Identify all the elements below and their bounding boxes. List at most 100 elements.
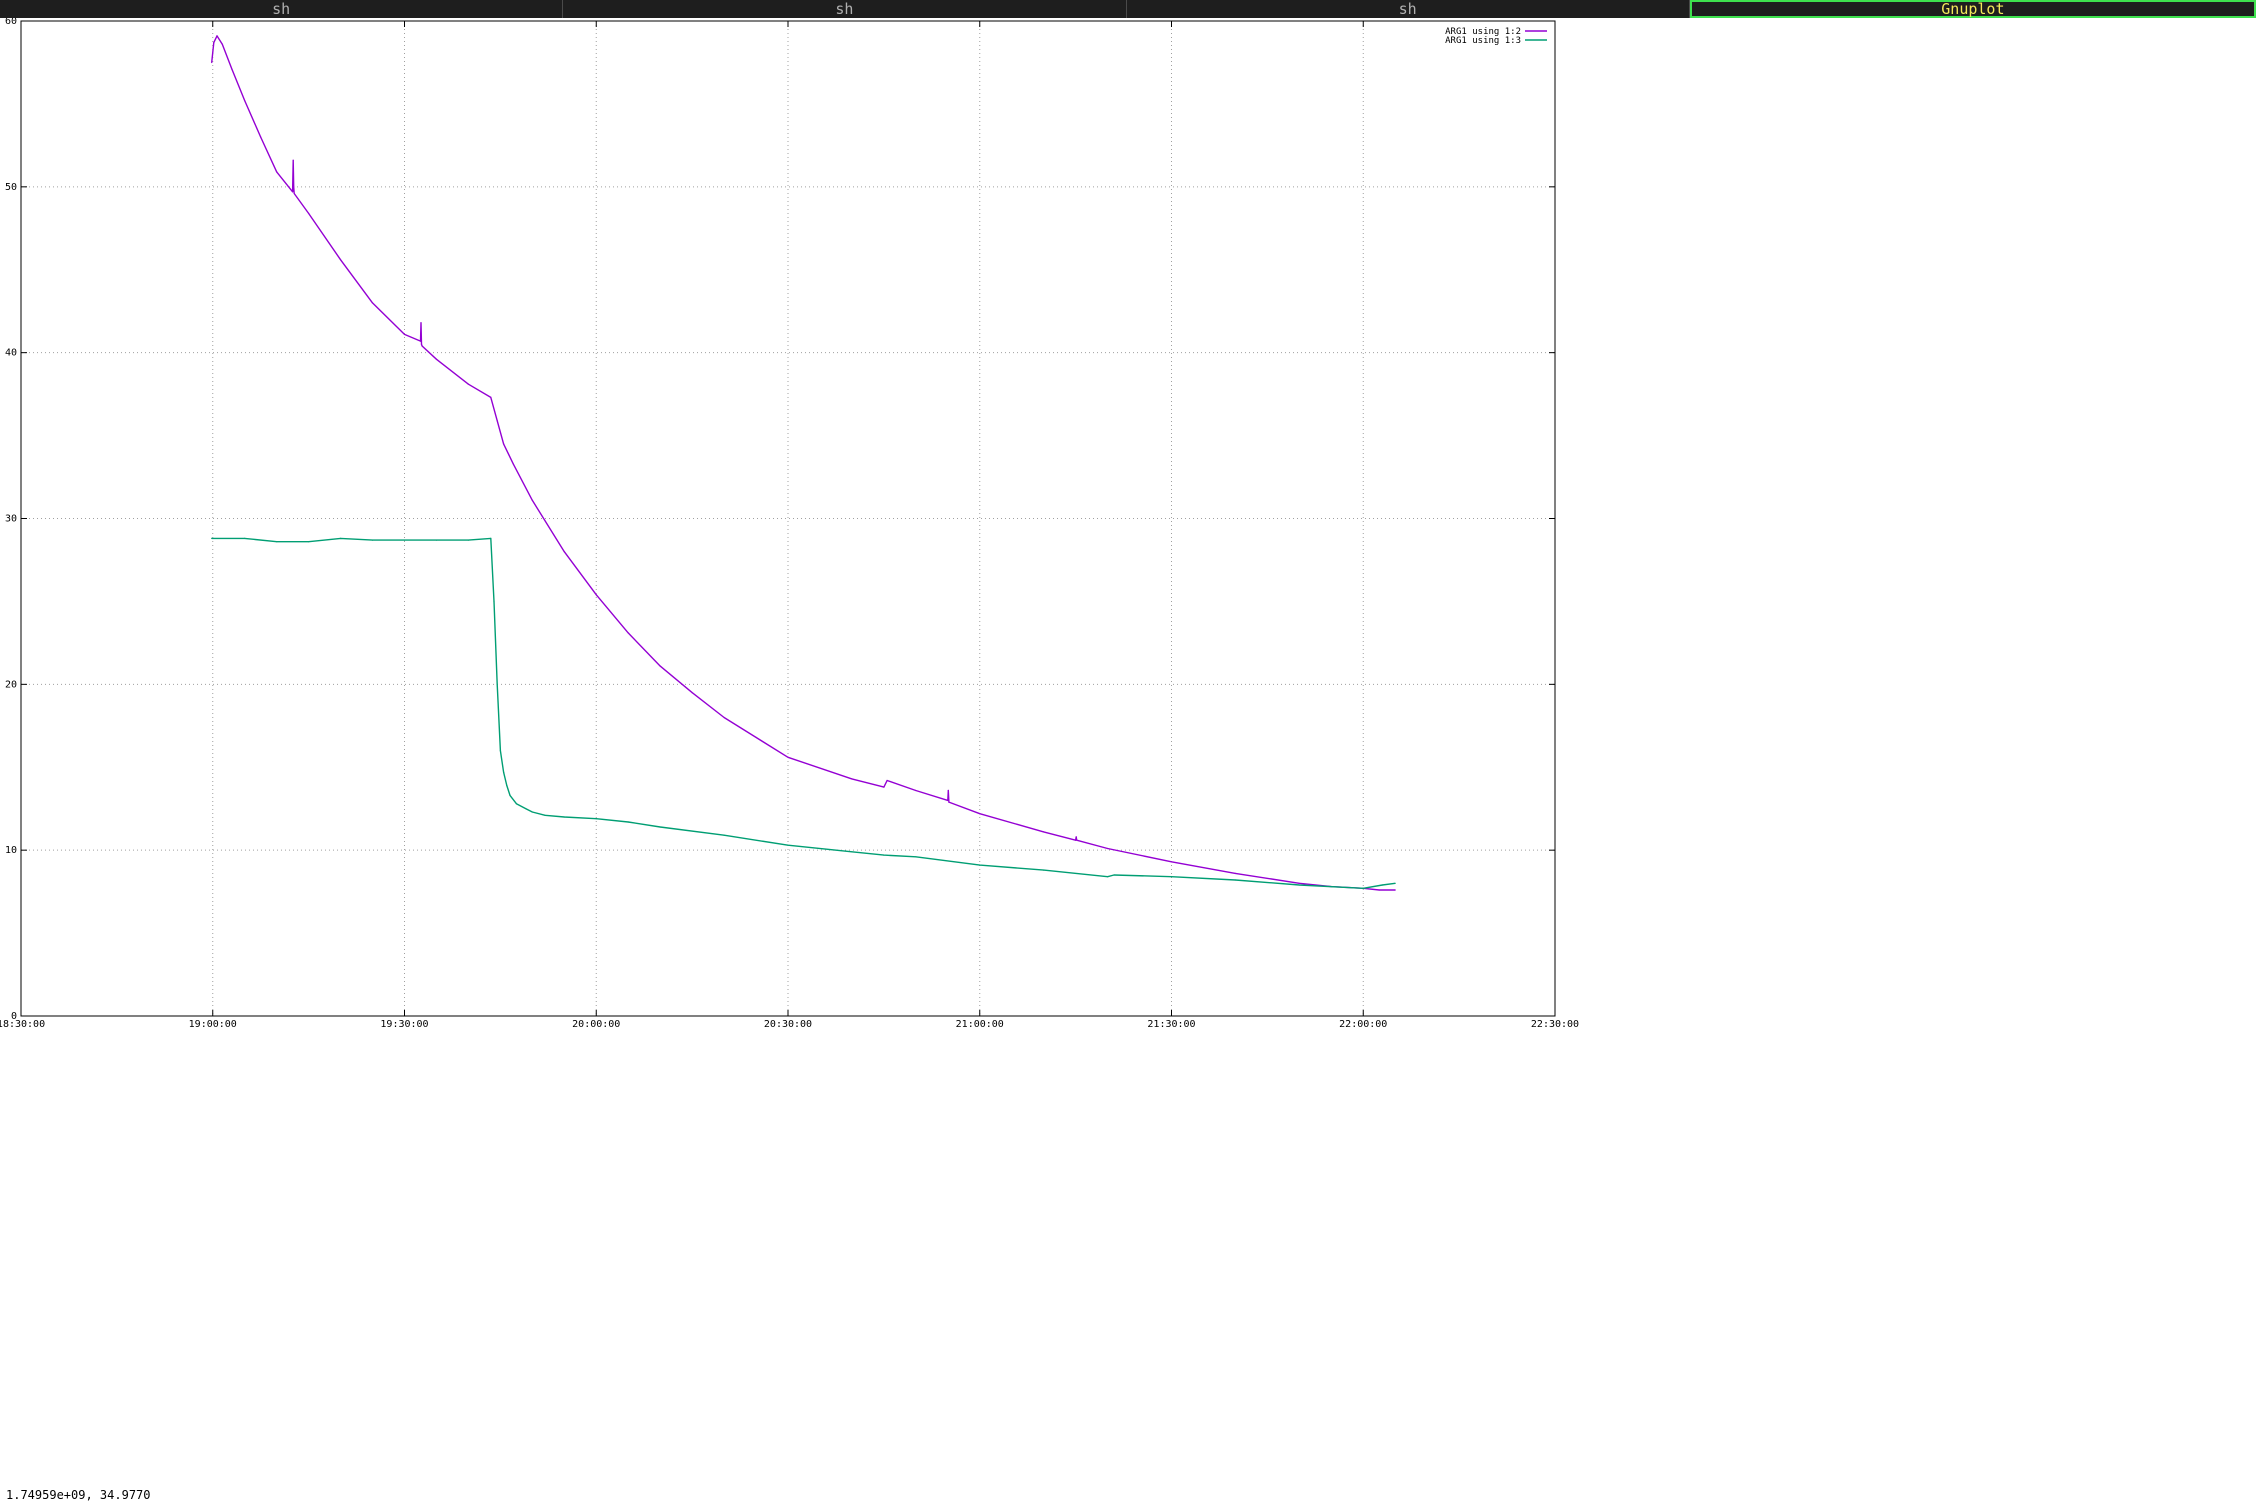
data-point-series-1 (221, 43, 223, 45)
data-point-series-2 (1043, 869, 1045, 871)
data-point-series-2 (544, 814, 546, 816)
data-point-series-1 (1298, 882, 1300, 884)
data-point-series-1 (1394, 889, 1396, 891)
tick-label-x: 19:00:00 (189, 1019, 237, 1030)
data-point-series-2 (1170, 876, 1173, 878)
data-point-series-1 (292, 191, 294, 193)
data-point-series-1 (1075, 839, 1077, 841)
tick-label-x: 18:30:00 (0, 1019, 45, 1030)
data-point-series-1 (292, 159, 294, 161)
data-point-series-2 (627, 821, 629, 823)
tick-label-x: 20:30:00 (764, 1019, 812, 1030)
tick-label-x: 22:00:00 (1339, 1019, 1387, 1030)
tab-sh-2[interactable]: sh (563, 0, 1127, 18)
data-point-series-1 (627, 632, 629, 634)
data-point-series-1 (216, 35, 218, 37)
data-point-series-1 (531, 499, 533, 501)
data-point-series-2 (496, 683, 498, 685)
data-point-series-1 (915, 789, 917, 792)
tick-label-y: 0 (11, 1011, 17, 1022)
data-point-series-1 (231, 68, 233, 70)
data-point-series-2 (499, 750, 501, 752)
data-point-series-1 (1170, 861, 1173, 863)
data-point-series-2 (1107, 876, 1109, 878)
data-point-series-2 (563, 816, 565, 818)
data-point-series-1 (947, 799, 949, 802)
data-point-series-1 (211, 61, 213, 64)
data-point-series-1 (420, 322, 422, 324)
data-point-series-1 (421, 345, 423, 347)
data-point-series-2 (883, 854, 885, 856)
data-point-series-2 (851, 851, 853, 853)
data-point-series-1 (503, 443, 505, 445)
data-point-series-1 (512, 463, 514, 465)
data-point-series-2 (493, 600, 495, 603)
data-point-series-1 (419, 340, 422, 342)
data-point-series-2 (435, 539, 438, 541)
tick-label-x: 21:00:00 (956, 1019, 1004, 1030)
data-point-series-2 (371, 539, 374, 541)
data-point-series-1 (1107, 847, 1109, 850)
data-point-series-2 (340, 537, 342, 540)
data-point-series-2 (503, 771, 505, 773)
data-point-series-1 (293, 186, 295, 188)
data-point-series-2 (525, 808, 527, 810)
tick-label-y: 30 (5, 514, 17, 525)
tick-label-y: 50 (5, 182, 17, 193)
data-point-series-1 (496, 420, 498, 422)
gnuplot-plot-area[interactable]: 18:30:00 19:00:00 19:30:00 20:00:00 20:30:00… (0, 18, 2256, 1504)
data-point-series-1 (787, 756, 789, 758)
data-point-series-1 (293, 192, 295, 195)
legend-label: ARG1 using 1:3 (1445, 36, 1521, 46)
data-point-series-2 (276, 541, 278, 543)
tab-sh-1[interactable]: sh (0, 0, 564, 18)
data-point-series-2 (595, 818, 597, 820)
data-point-series-2 (515, 803, 518, 805)
data-point-series-2 (723, 834, 725, 836)
data-point-series-1 (213, 42, 215, 44)
tick-label-x: 22:30:00 (1531, 1019, 1579, 1030)
data-point-series-2 (506, 784, 508, 787)
terminal-tab-bar: sh sh sh Gnuplot (0, 0, 2256, 18)
data-point-series-2 (490, 537, 492, 540)
tab-gnuplot[interactable]: Gnuplot (1689, 0, 2256, 18)
data-point-series-1 (691, 692, 693, 694)
data-point-series-1 (260, 136, 262, 138)
data-point-series-1 (308, 212, 310, 214)
data-point-series-1 (435, 358, 438, 360)
data-point-series-2 (211, 537, 213, 540)
data-point-series-1 (595, 594, 597, 596)
data-point-series-2 (467, 539, 469, 541)
data-point-series-1 (490, 396, 492, 398)
data-point-series-2 (244, 537, 246, 540)
plot-background (0, 18, 2256, 1504)
tick-label-y: 60 (5, 18, 17, 27)
data-point-series-1 (886, 779, 888, 782)
tick-label-x: 20:00:00 (572, 1019, 620, 1030)
data-point-series-1 (276, 171, 278, 173)
data-point-series-2 (308, 541, 310, 543)
data-point-series-1 (1234, 872, 1236, 875)
data-point-series-2 (1298, 884, 1300, 886)
data-point-series-1 (947, 789, 949, 792)
data-point-series-1 (420, 343, 423, 345)
data-point-series-2 (915, 856, 917, 858)
data-point-series-2 (1362, 887, 1364, 889)
tab-sh-3[interactable]: sh (1127, 0, 1690, 18)
tick-label-y: 20 (5, 679, 17, 690)
tick-label-y: 40 (5, 348, 17, 359)
data-point-series-1 (755, 736, 757, 739)
data-point-series-1 (403, 333, 406, 335)
data-point-series-1 (883, 786, 885, 788)
data-point-series-2 (531, 811, 533, 813)
mouse-coordinates-readout: 1.74959e+09, 34.9770 (6, 1488, 151, 1502)
data-point-series-1 (467, 383, 469, 385)
data-point-series-1 (371, 302, 374, 304)
data-point-series-1 (1043, 831, 1045, 833)
data-point-series-2 (403, 539, 406, 541)
data-point-series-2 (1394, 882, 1396, 884)
data-point-series-2 (1234, 879, 1236, 881)
data-point-series-2 (1381, 884, 1383, 886)
tick-label-x: 21:30:00 (1147, 1019, 1195, 1030)
data-point-series-1 (979, 813, 981, 815)
